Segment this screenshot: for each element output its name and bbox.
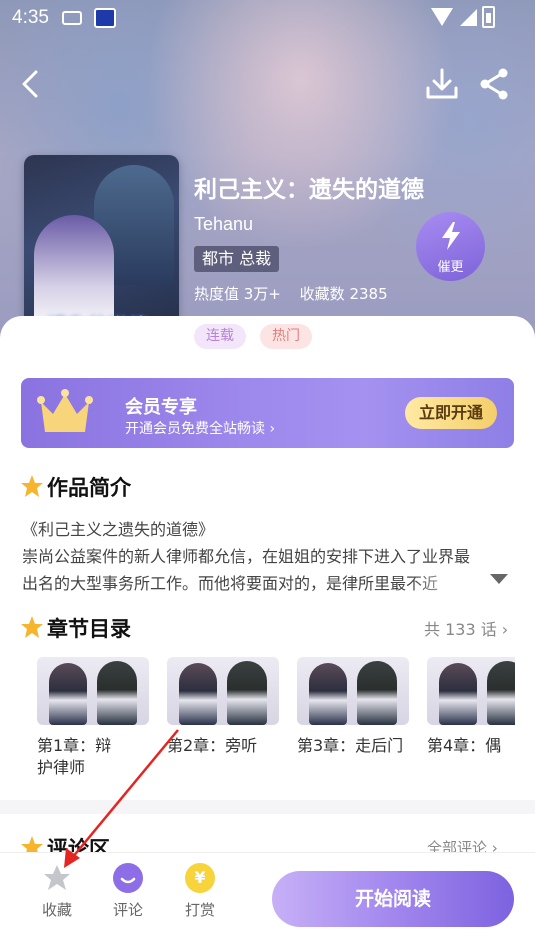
wifi-icon — [431, 8, 453, 26]
vip-banner[interactable]: 会员专享 开通会员免费全站畅读 › 立即开通 — [21, 378, 514, 448]
chapter-thumbnail — [427, 657, 515, 725]
chapter-label: 第4章：偶 — [427, 736, 502, 755]
battery-icon — [482, 6, 495, 28]
tag-hot: 热门 — [260, 324, 312, 349]
expand-chevron-icon[interactable] — [490, 574, 508, 584]
chapter-card[interactable]: 第2章：旁听 — [167, 657, 279, 757]
signal-icon — [460, 9, 477, 26]
section-divider — [0, 800, 535, 814]
star-icon — [21, 616, 43, 638]
chapters-count-link[interactable]: 共 133 话 — [424, 616, 508, 640]
book-author[interactable]: Tehanu — [194, 214, 253, 235]
chapters-heading: 章节目录 — [47, 617, 131, 641]
download-icon[interactable] — [424, 66, 460, 102]
favorites-count: 收藏数 2385 — [299, 285, 388, 303]
chapter-card[interactable]: 第1章：辩护律师 — [37, 657, 149, 779]
share-icon[interactable] — [476, 66, 512, 102]
bottom-action-bar: 收藏 评论 ¥ 打赏 开始阅读 — [0, 852, 535, 951]
comment-label: 评论 — [112, 901, 143, 919]
intro-line: 《利己主义之遗失的道德》 — [22, 520, 215, 539]
urge-update-button[interactable]: 催更 — [416, 212, 485, 281]
app-notification-icon — [94, 8, 116, 28]
chapter-card[interactable]: 第3章：走后门 — [297, 657, 409, 757]
chapter-thumbnail — [167, 657, 279, 725]
status-bar: 4:35 — [0, 0, 535, 36]
vip-title: 会员专享 — [125, 397, 197, 418]
reward-button[interactable]: ¥ 打赏 — [172, 863, 228, 920]
comment-button[interactable]: 评论 — [100, 863, 156, 920]
heat-value: 热度值 3万+ — [194, 285, 281, 303]
intro-line: 出名的大型事务所工作。而他将要面对的，是律所里最不近 — [22, 574, 439, 593]
favorite-label: 收藏 — [41, 901, 72, 919]
status-time: 4:35 — [12, 7, 49, 28]
book-stats: 热度值 3万+ 收藏数 2385 — [194, 283, 402, 304]
intro-line: 崇尚公益案件的新人律师都允信，在姐姐的安排下进入了业界最 — [22, 547, 471, 566]
star-icon — [21, 475, 43, 497]
tag-serializing: 连载 — [194, 324, 246, 349]
genre-badge: 都市 总裁 — [194, 246, 280, 272]
reward-label: 打赏 — [184, 901, 215, 919]
chapter-label: 第2章：旁听 — [167, 736, 258, 755]
chapter-label: 第1章：辩护律师 — [37, 736, 112, 777]
start-reading-button[interactable]: 开始阅读 — [272, 871, 514, 927]
back-icon[interactable] — [14, 66, 50, 102]
intro-text[interactable]: 《利己主义之遗失的道德》 崇尚公益案件的新人律师都允信，在姐姐的安排下进入了业界… — [22, 516, 512, 597]
open-membership-button[interactable]: 立即开通 — [405, 397, 497, 429]
favorite-button[interactable]: 收藏 — [29, 863, 85, 920]
coin-icon: ¥ — [185, 863, 215, 893]
chapter-label: 第3章：走后门 — [297, 736, 404, 755]
notification-icon — [62, 11, 82, 25]
chapter-card[interactable]: 第4章：偶 — [427, 657, 515, 757]
crown-icon — [37, 389, 93, 432]
vip-subtitle[interactable]: 开通会员免费全站畅读 › — [125, 418, 275, 438]
comment-icon — [113, 863, 143, 893]
star-icon — [44, 865, 70, 890]
lightning-icon — [442, 222, 460, 250]
intro-heading: 作品简介 — [47, 476, 131, 500]
chapter-thumbnail — [297, 657, 409, 725]
urge-update-label: 催更 — [437, 260, 464, 275]
book-title: 利己主义：遗失的道德 — [194, 177, 424, 203]
chapter-thumbnail — [37, 657, 149, 725]
